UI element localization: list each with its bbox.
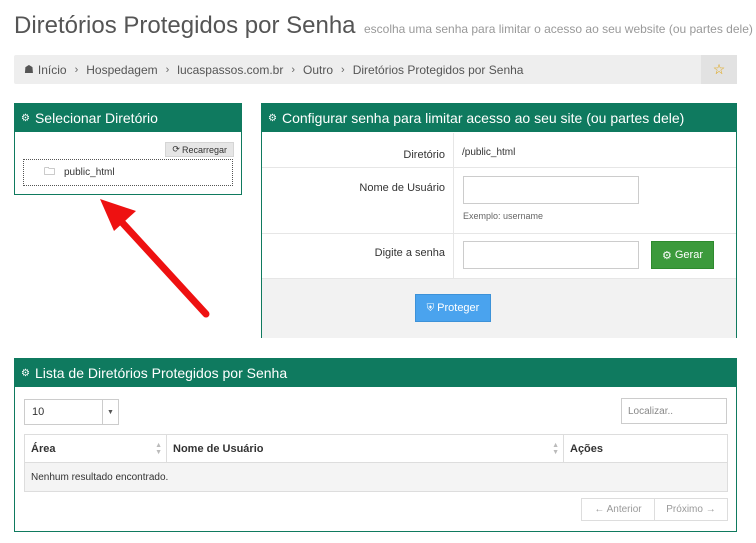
directory-name: public_html — [64, 167, 115, 178]
chevron-right-icon: › — [291, 63, 296, 76]
column-header-area[interactable]: Área ▲ ▼ — [24, 434, 167, 463]
star-icon[interactable]: ☆ — [701, 55, 737, 84]
chevron-right-icon: › — [165, 63, 170, 76]
refresh-icon: ⟳ — [172, 144, 180, 154]
table-row: Nenhum resultado encontrado. — [24, 462, 728, 492]
username-field[interactable] — [463, 176, 639, 204]
chevron-right-icon: › — [74, 63, 79, 76]
username-label: Nome de Usuário — [262, 168, 454, 233]
protected-directories-list-panel: ⚙ Lista de Diretórios Protegidos por Sen… — [14, 358, 737, 532]
next-page-button[interactable]: Próximo → — [655, 498, 728, 521]
panel-title: Lista de Diretórios Protegidos por Senha — [34, 365, 288, 381]
table-header-row: Área ▲ ▼ Nome de Usuário ▲ ▼ Ações — [24, 434, 728, 463]
breadcrumb-item-current: Diretórios Protegidos por Senha — [352, 62, 524, 77]
password-label: Digite a senha — [262, 234, 454, 278]
reload-label: Recarregar — [181, 144, 227, 155]
empty-message: Nenhum resultado encontrado. — [24, 462, 728, 492]
directory-label: Diretório — [262, 133, 454, 167]
column-header-username[interactable]: Nome de Usuário ▲ ▼ — [166, 434, 564, 463]
panel-title: Configurar senha para limitar acesso ao … — [281, 110, 685, 126]
gears-icon: ⚙ — [268, 112, 277, 124]
directory-value: /public_html — [462, 147, 516, 158]
page-length-select[interactable]: 10 ▼ — [24, 399, 119, 425]
generate-label: Gerar — [674, 249, 703, 261]
previous-page-button[interactable]: ← Anterior — [581, 498, 655, 521]
gear-icon: ⚙ — [662, 249, 672, 262]
select-directory-panel: ⚙ Selecionar Diretório ⟳ Recarregar 🗀 pu… — [14, 103, 242, 195]
protect-label: Proteger — [437, 302, 480, 314]
column-label: Ações — [570, 442, 604, 455]
shield-icon: ⛨ — [426, 302, 435, 314]
sort-icon: ▲ ▼ — [552, 442, 559, 456]
search-placeholder: Localizar.. — [628, 405, 674, 417]
directory-tree-item[interactable]: 🗀 public_html — [23, 159, 233, 186]
search-input[interactable]: Localizar.. — [621, 398, 727, 424]
username-row: Nome de Usuário Exemplo: username — [262, 168, 736, 234]
column-label: Nome de Usuário — [173, 442, 264, 455]
generate-button[interactable]: ⚙ Gerar — [651, 241, 714, 269]
column-header-actions: Ações — [563, 434, 728, 463]
panel-header: ⚙ Lista de Diretórios Protegidos por Sen… — [15, 359, 736, 387]
gears-icon: ⚙ — [21, 112, 30, 124]
gears-icon: ⚙ — [21, 367, 30, 379]
panel-title: Selecionar Diretório — [34, 110, 158, 126]
annotation-arrow-shaft — [114, 214, 210, 318]
username-hint: Exemplo: username — [463, 211, 544, 221]
protected-directories-table: Área ▲ ▼ Nome de Usuário ▲ ▼ Ações Nenhum … — [24, 434, 728, 492]
page-title: Diretórios Protegidos por Senha — [14, 12, 356, 39]
directory-row: Diretório /public_html — [262, 133, 736, 168]
home-icon: ☗ — [24, 64, 34, 76]
pagination: ← Anterior Próximo → — [581, 498, 728, 521]
breadcrumb-item-home[interactable]: Início — [38, 63, 67, 77]
annotation-arrow-head — [100, 199, 136, 231]
folder-icon: 🗀 — [44, 166, 55, 178]
sort-icon: ▲ ▼ — [155, 442, 162, 456]
configure-password-panel: ⚙ Configurar senha para limitar acesso a… — [261, 103, 737, 338]
panel-footer: ⛨ Proteger — [262, 279, 736, 338]
panel-header: ⚙ Selecionar Diretório — [15, 104, 241, 132]
chevron-right-icon: › — [341, 63, 345, 76]
breadcrumb-item-other[interactable]: Outro — [303, 63, 333, 77]
column-label: Área — [31, 442, 56, 455]
breadcrumb-item-hosting[interactable]: Hospedagem — [86, 63, 157, 77]
password-field[interactable] — [463, 241, 639, 269]
page-length-value: 10 — [32, 406, 45, 418]
panel-header: ⚙ Configurar senha para limitar acesso a… — [262, 104, 736, 132]
breadcrumb-item-domain[interactable]: lucaspassos.com.br — [177, 63, 283, 77]
reload-button[interactable]: ⟳ Recarregar — [165, 142, 234, 157]
protect-button[interactable]: ⛨ Proteger — [415, 294, 491, 322]
breadcrumb: ☗ Início › Hospedagem › lucaspassos.com.… — [14, 55, 737, 84]
caret-down-icon: ▼ — [102, 400, 118, 424]
page-title-block: Diretórios Protegidos por Senha escolha … — [14, 12, 753, 40]
page-subtitle: escolha uma senha para limitar o acesso … — [363, 22, 753, 36]
